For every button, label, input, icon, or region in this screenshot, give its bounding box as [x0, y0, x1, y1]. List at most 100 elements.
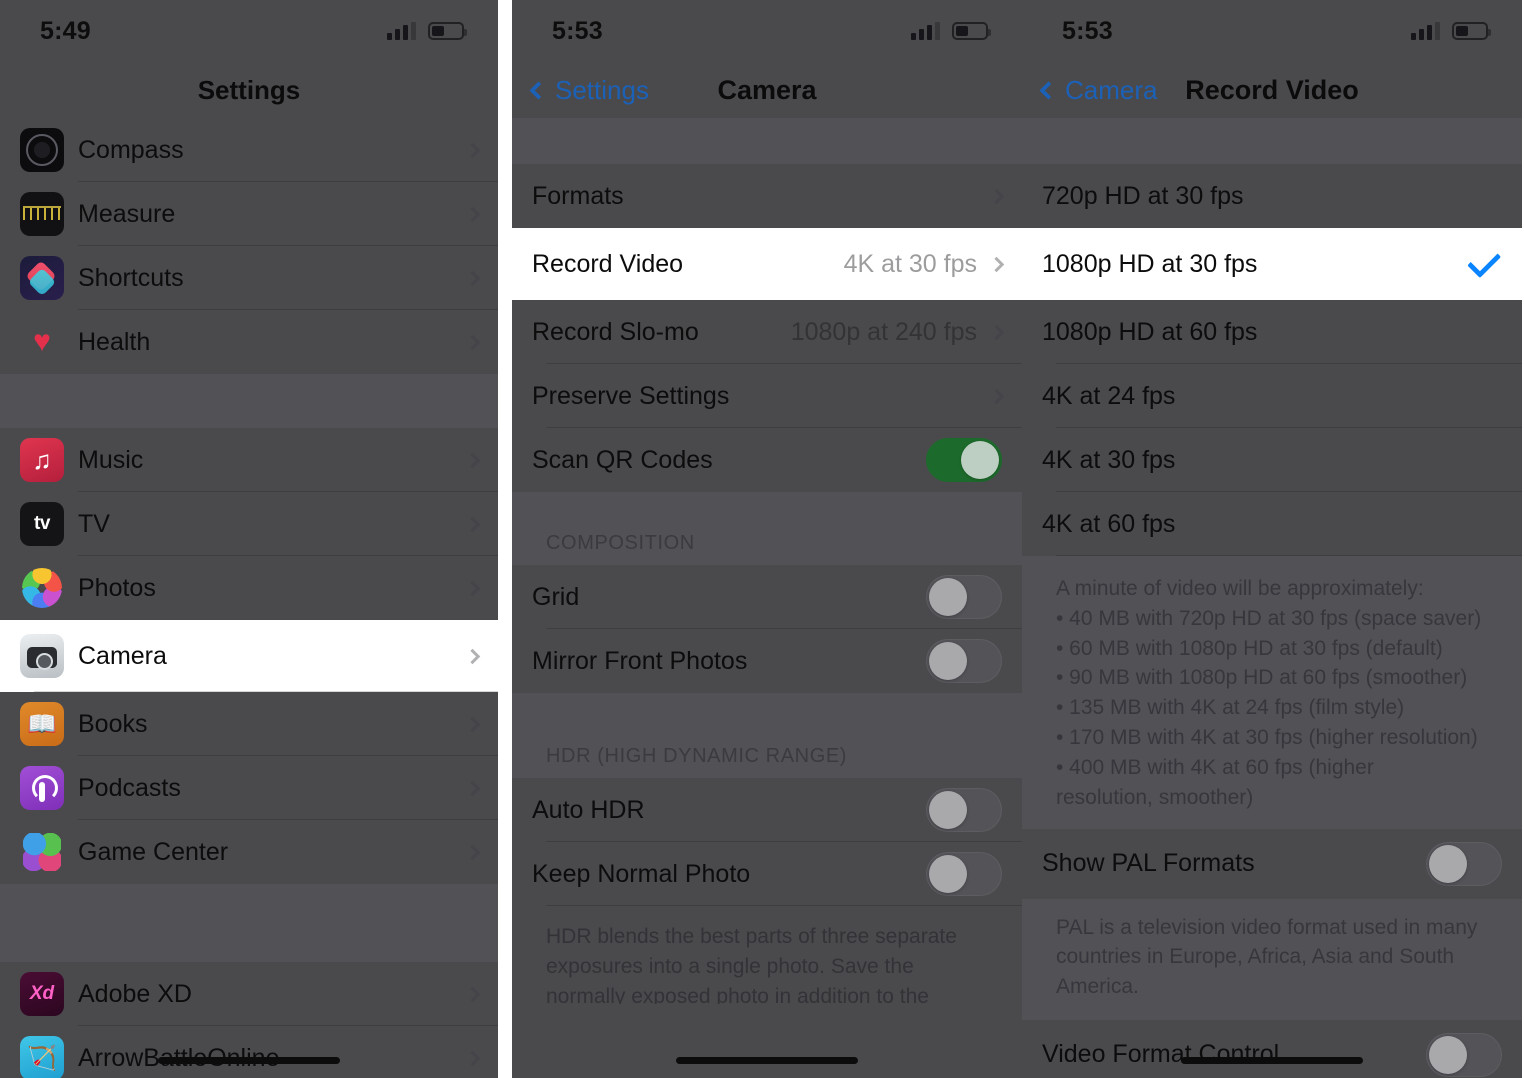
cellular-bars-icon	[911, 22, 940, 40]
sidebar-item-podcasts[interactable]: Podcasts	[0, 756, 498, 820]
row-show-pal-formats[interactable]: Show PAL Formats	[1022, 828, 1522, 899]
row-label: Shortcuts	[78, 263, 184, 292]
option-4k-30[interactable]: 4K at 30 fps	[1022, 428, 1522, 492]
row-label: Scan QR Codes	[532, 445, 713, 474]
section-header-composition: COMPOSITION	[512, 532, 1022, 565]
section-header-hdr: HDR (HIGH DYNAMIC RANGE)	[512, 745, 1022, 778]
panel-settings: 5:49 Settings Compass Measure Shortcuts	[0, 0, 498, 1078]
chevron-right-icon	[464, 334, 481, 350]
section-gap	[512, 693, 1022, 745]
video-size-note-intro: A minute of video will be approximately:	[1056, 577, 1424, 600]
chevron-right-icon	[464, 986, 481, 1002]
row-mirror-front-photos[interactable]: Mirror Front Photos	[512, 629, 1022, 693]
option-720p-30[interactable]: 720p HD at 30 fps	[1022, 164, 1522, 228]
row-label: Formats	[532, 181, 624, 210]
row-label: Mirror Front Photos	[532, 646, 748, 675]
row-label: 1080p HD at 60 fps	[1042, 317, 1258, 346]
cellular-bars-icon	[1411, 22, 1440, 40]
row-label: Books	[78, 709, 148, 738]
video-size-note-item: • 90 MB with 1080p HD at 60 fps (smoothe…	[1056, 666, 1468, 690]
video-size-note-item: • 135 MB with 4K at 24 fps (film style)	[1056, 696, 1405, 720]
row-record-video[interactable]: Record Video 4K at 30 fps	[512, 228, 1022, 300]
row-grid[interactable]: Grid	[512, 565, 1022, 629]
option-4k-60[interactable]: 4K at 60 fps	[1022, 492, 1522, 556]
status-time: 5:53	[1062, 16, 1113, 45]
sidebar-item-books[interactable]: Books	[0, 692, 498, 756]
row-label: TV	[78, 509, 110, 538]
sidebar-item-health[interactable]: Health	[0, 310, 498, 374]
status-bar: 5:53	[512, 0, 1022, 62]
mirror-front-photos-toggle[interactable]	[926, 639, 1002, 683]
sidebar-item-photos[interactable]: Photos	[0, 556, 498, 620]
back-button[interactable]: Camera	[1022, 75, 1157, 106]
nav-bar: Camera Record Video	[1022, 62, 1522, 118]
row-formats[interactable]: Formats	[512, 164, 1022, 228]
row-record-slo-mo[interactable]: Record Slo-mo 1080p at 240 fps	[512, 300, 1022, 364]
section-gap	[0, 884, 498, 962]
checkmark-icon	[1467, 244, 1502, 279]
status-time: 5:49	[40, 16, 91, 45]
sidebar-item-compass[interactable]: Compass	[0, 118, 498, 182]
sidebar-item-music[interactable]: Music	[0, 428, 498, 492]
video-size-note-item: • 60 MB with 1080p HD at 30 fps (default…	[1056, 636, 1443, 660]
row-value: 1080p at 240 fps	[790, 317, 977, 346]
section-gap	[512, 118, 1022, 164]
section-gap	[0, 374, 498, 428]
row-scan-qr-codes[interactable]: Scan QR Codes	[512, 428, 1022, 492]
sidebar-item-adobe-xd[interactable]: Xd Adobe XD	[0, 962, 498, 1026]
grid-toggle[interactable]	[926, 575, 1002, 619]
chevron-right-icon	[988, 256, 1005, 272]
row-keep-normal-photo[interactable]: Keep Normal Photo	[512, 842, 1022, 906]
scan-qr-codes-toggle[interactable]	[926, 438, 1002, 482]
video-size-note-item: resolution, smoother)	[1056, 785, 1254, 809]
row-preserve-settings[interactable]: Preserve Settings	[512, 364, 1022, 428]
compass-app-icon	[20, 128, 64, 172]
measure-app-icon	[20, 192, 64, 236]
chevron-right-icon	[464, 844, 481, 860]
option-1080p-30[interactable]: 1080p HD at 30 fps	[1022, 228, 1522, 300]
option-1080p-60[interactable]: 1080p HD at 60 fps	[1022, 300, 1522, 364]
panel-filler	[512, 1004, 1022, 1078]
row-label: Camera	[78, 641, 167, 670]
page-title: Settings	[197, 74, 301, 105]
sidebar-item-arrowbattleonline[interactable]: ArrowBattleOnline	[0, 1026, 498, 1078]
panel-record-video: 5:53 Camera Record Video 720p HD at 30 f…	[1022, 0, 1522, 1078]
video-size-note-item: • 40 MB with 720p HD at 30 fps (space sa…	[1056, 606, 1482, 630]
video-size-note-item: • 400 MB with 4K at 60 fps (higher	[1056, 755, 1374, 779]
chevron-right-icon	[988, 388, 1005, 404]
keep-normal-photo-toggle[interactable]	[926, 852, 1002, 896]
music-app-icon	[20, 438, 64, 482]
nav-bar: Settings Camera	[512, 62, 1022, 118]
sidebar-item-shortcuts[interactable]: Shortcuts	[0, 246, 498, 310]
row-label: 1080p HD at 30 fps	[1042, 249, 1258, 278]
row-label: Health	[78, 327, 151, 356]
status-time: 5:53	[552, 16, 603, 45]
chevron-left-icon	[1039, 80, 1058, 100]
section-gap	[512, 492, 1022, 532]
back-button-label: Camera	[1065, 74, 1158, 105]
row-video-format-control[interactable]: Video Format Control	[1022, 1019, 1522, 1078]
chevron-right-icon	[464, 716, 481, 732]
auto-hdr-toggle[interactable]	[926, 788, 1002, 832]
photos-app-icon	[20, 566, 64, 610]
option-4k-24[interactable]: 4K at 24 fps	[1022, 364, 1522, 428]
status-bar: 5:49	[0, 0, 498, 62]
row-label: Keep Normal Photo	[532, 859, 751, 888]
row-auto-hdr[interactable]: Auto HDR	[512, 778, 1022, 842]
row-label: Photos	[78, 573, 156, 602]
tv-app-icon: tv	[20, 502, 64, 546]
row-label: Record Video	[532, 249, 684, 278]
sidebar-item-camera[interactable]: Camera	[0, 620, 498, 692]
sidebar-item-tv[interactable]: tv TV	[0, 492, 498, 556]
chevron-right-icon	[464, 452, 481, 468]
camera-app-icon	[20, 634, 64, 678]
sidebar-item-game-center[interactable]: Game Center	[0, 820, 498, 884]
back-button[interactable]: Settings	[512, 75, 649, 106]
show-pal-formats-toggle[interactable]	[1426, 841, 1502, 886]
podcasts-app-icon	[20, 766, 64, 810]
chevron-right-icon	[988, 324, 1005, 340]
video-format-control-toggle[interactable]	[1426, 1032, 1502, 1077]
sidebar-item-measure[interactable]: Measure	[0, 182, 498, 246]
row-label: Grid	[532, 582, 580, 611]
chevron-right-icon	[464, 142, 481, 158]
